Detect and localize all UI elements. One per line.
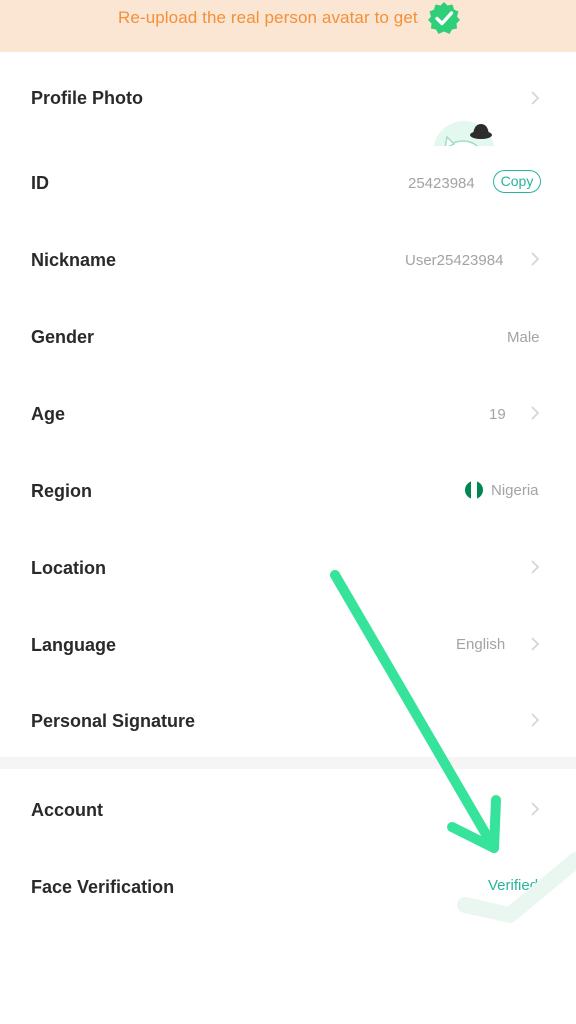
row-label: Nickname [31,250,117,270]
avatar-upload-banner[interactable]: Re-upload the real person avatar to get [0,0,576,52]
age-value: 19 [489,406,506,423]
row-label: Location [31,558,106,578]
account-row[interactable]: Account [0,769,576,849]
nigeria-flag-icon [465,481,483,499]
language-value: English [456,636,506,653]
nickname-row[interactable]: Nickname User25423984 [0,222,576,299]
nickname-value: User25423984 [405,252,504,269]
chevron-right-icon [531,637,540,651]
gender-value: Male [507,329,540,346]
chevron-right-icon [531,406,540,420]
row-label: Face Verification [31,877,175,897]
location-row[interactable]: Location [0,530,576,607]
row-label: Region [31,481,92,501]
region-row: Region Nigeria [0,453,576,530]
row-label: Gender [31,327,95,347]
verified-check-badge-icon [428,2,460,34]
chevron-right-icon [531,713,540,727]
user-id-value: 25423984 [408,175,475,192]
personal-signature-row[interactable]: Personal Signature [0,684,576,757]
chevron-right-icon [531,252,540,266]
section-divider [0,757,576,769]
gender-row: Gender Male [0,299,576,376]
banner-text: Re-upload the real person avatar to get [118,8,418,27]
profile-photo-row[interactable]: Profile Photo [0,52,576,183]
row-label: Profile Photo [31,88,143,108]
chevron-right-icon [531,802,540,816]
language-row[interactable]: Language English [0,607,576,684]
chevron-right-icon [531,560,540,574]
row-label: Language [31,635,117,655]
age-row[interactable]: Age 19 [0,376,576,453]
region-value: Nigeria [491,482,539,499]
row-label: ID [31,173,49,193]
verified-status: Verified [488,877,539,894]
row-label: Age [31,404,66,424]
row-label: Account [31,800,103,820]
id-row: ID 25423984 [0,146,576,222]
chevron-right-icon [531,91,540,105]
copy-id-button[interactable]: Copy [493,170,541,193]
row-label: Personal Signature [31,711,196,731]
